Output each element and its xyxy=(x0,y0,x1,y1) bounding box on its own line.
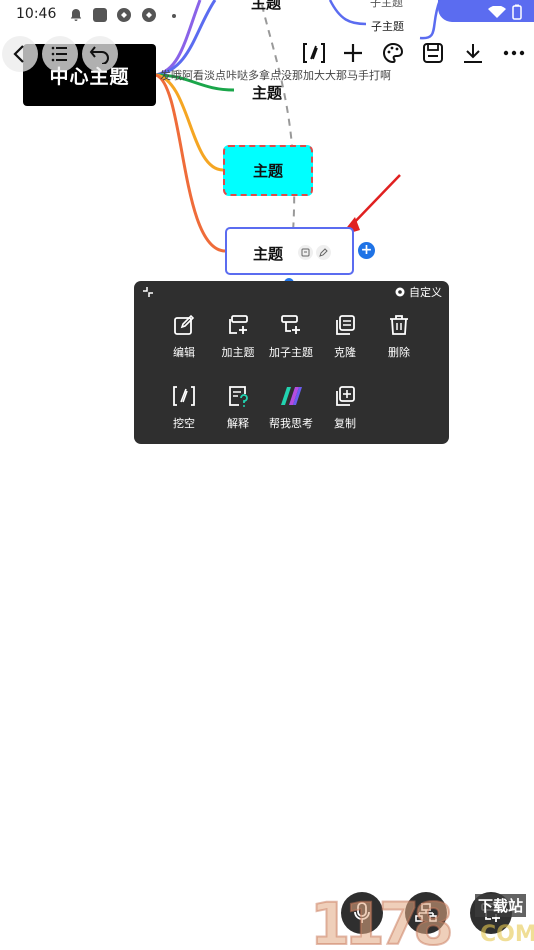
topic-cyan-label: 主题 xyxy=(252,162,283,180)
menu-item-label: 克隆 xyxy=(334,346,356,359)
mindmap-canvas[interactable]: 中心主题 发哦阿看淡点咔哒多拿点没那加大大那马手打啊 主题 子主题 子主题 主题… xyxy=(0,0,534,950)
add-icon xyxy=(344,44,362,62)
copy-icon xyxy=(333,384,357,408)
watermark-domain: COM xyxy=(480,922,534,947)
menu-item-explain[interactable]: 解释 xyxy=(212,384,264,434)
menu-item-add-topic[interactable]: 加主题 xyxy=(212,313,264,363)
gear-icon xyxy=(395,287,405,297)
menu-item-ai-think[interactable]: 帮我思考 xyxy=(265,384,317,434)
back-icon xyxy=(13,45,24,63)
edit-small-icon[interactable] xyxy=(316,245,331,260)
add-button[interactable] xyxy=(338,38,368,68)
delete-icon xyxy=(387,313,411,337)
note-icon[interactable] xyxy=(298,245,313,260)
sub-topic[interactable]: 子主题 xyxy=(371,18,404,34)
cloze-button[interactable] xyxy=(299,38,329,68)
selected-topic-label: 主题 xyxy=(253,245,284,263)
add-subtopic-icon xyxy=(279,313,303,337)
menu-item-edit[interactable]: 编辑 xyxy=(158,313,210,363)
palette-button[interactable] xyxy=(378,38,408,68)
add-topic-icon xyxy=(226,313,250,337)
add-sibling-icon[interactable]: + xyxy=(358,242,375,259)
edit-icon xyxy=(172,313,196,337)
menu-item-clone[interactable]: 克隆 xyxy=(319,313,371,363)
more-button[interactable] xyxy=(499,38,529,68)
menu-item-copy[interactable]: 复制 xyxy=(319,384,371,434)
topic-top[interactable]: 主题 xyxy=(251,0,281,13)
menu-item-label: 解释 xyxy=(227,417,249,430)
menu-item-label: 编辑 xyxy=(173,346,195,359)
customize-button[interactable]: 自定义 xyxy=(394,284,442,300)
collapse-menu-icon[interactable] xyxy=(141,285,155,299)
cloze-icon xyxy=(172,384,196,408)
menu-item-label: 删除 xyxy=(388,346,410,359)
mindmap-connectors xyxy=(155,0,442,253)
download-icon xyxy=(464,44,482,63)
topic-green[interactable]: 主题 xyxy=(252,82,282,103)
topic-note-text[interactable]: 发哦阿看淡点咔哒多拿点没那加大大那马手打啊 xyxy=(160,67,391,83)
menu-item-label: 帮我思考 xyxy=(269,417,313,430)
menu-item-cloze[interactable]: 挖空 xyxy=(158,384,210,434)
topic-cyan-node[interactable]: 主题 xyxy=(223,145,313,196)
menu-item-add-subtopic[interactable]: 加子主题 xyxy=(265,313,317,363)
customize-label: 自定义 xyxy=(409,286,442,299)
menu-item-label: 加主题 xyxy=(221,346,255,359)
menu-item-delete[interactable]: 删除 xyxy=(373,313,425,363)
menu-item-label: 加子主题 xyxy=(269,346,313,359)
menu-item-label: 复制 xyxy=(334,417,356,430)
explain-icon xyxy=(226,384,250,408)
watermark-logo: 1178 下载站 COM xyxy=(309,889,534,950)
save-icon xyxy=(423,43,443,63)
outline-button[interactable] xyxy=(42,36,78,72)
clone-icon xyxy=(333,313,357,337)
cloze-icon xyxy=(303,43,325,63)
undo-button[interactable] xyxy=(82,36,118,72)
node-context-menu: 自定义 编辑 加主题 加子主题 克隆 删除 挖空 解释 帮我思考 复制 xyxy=(134,281,449,444)
download-button[interactable] xyxy=(458,38,488,68)
outline-icon xyxy=(51,46,67,62)
more-icon xyxy=(503,50,525,56)
watermark-number: 1178 xyxy=(309,889,454,950)
sub-topic-partial[interactable]: 子主题 xyxy=(370,0,403,10)
palette-icon xyxy=(383,42,404,64)
back-button[interactable] xyxy=(2,36,38,72)
save-button[interactable] xyxy=(418,38,448,68)
ai-think-icon xyxy=(279,384,303,408)
selected-topic-node[interactable]: 主题 xyxy=(225,227,354,275)
watermark-tag: 下载站 xyxy=(475,894,527,917)
menu-item-label: 挖空 xyxy=(173,417,195,430)
undo-icon xyxy=(89,46,109,64)
